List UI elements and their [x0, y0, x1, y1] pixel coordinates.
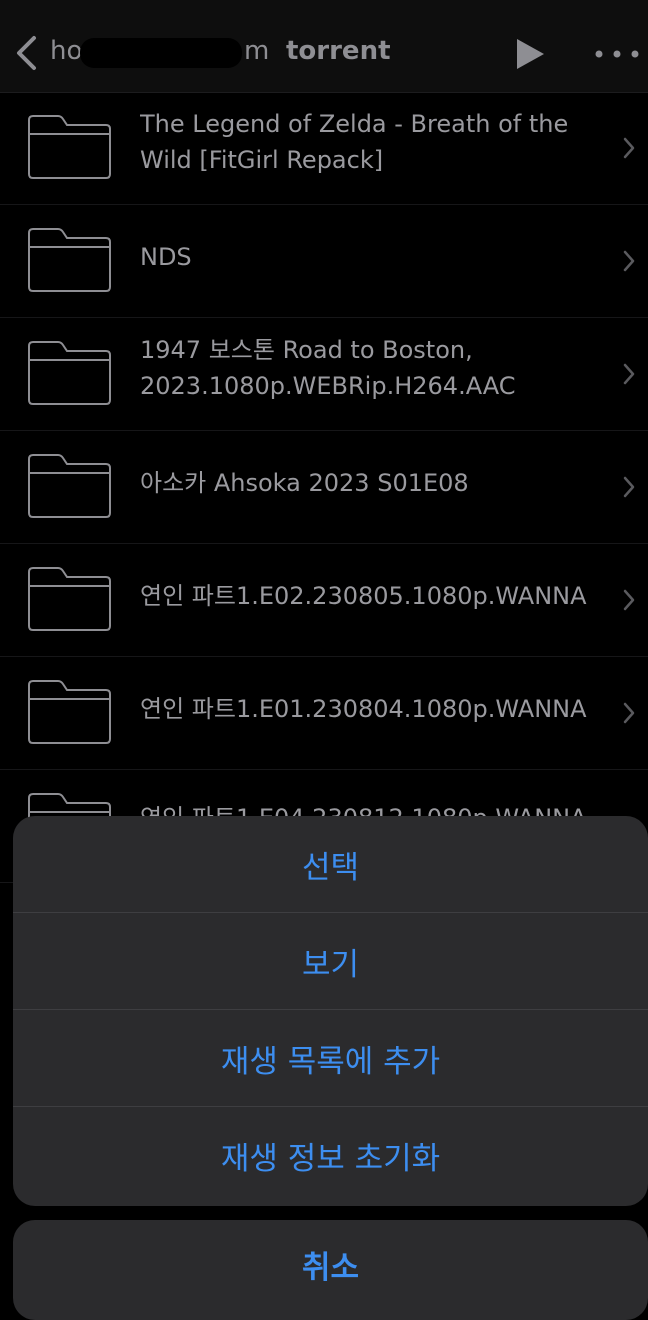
view-button[interactable]: 보기 — [13, 913, 648, 1010]
chevron-right-icon — [623, 363, 635, 385]
chevron-right-icon — [623, 702, 635, 724]
back-button[interactable] — [8, 30, 48, 76]
folder-icon — [28, 454, 111, 518]
ellipsis-icon — [595, 50, 639, 58]
file-list: The Legend of Zelda - Breath of the Wild… — [0, 92, 648, 883]
folder-icon — [28, 567, 111, 631]
more-button[interactable] — [592, 46, 642, 60]
play-icon — [517, 39, 544, 69]
reset-playback-info-button[interactable]: 재생 정보 초기화 — [13, 1107, 648, 1204]
cancel-label: 취소 — [301, 1250, 360, 1286]
file-name: 아소카 Ahsoka 2023 S01E08 — [140, 469, 469, 497]
page-title: torrent — [286, 36, 391, 66]
list-item[interactable]: NDS — [0, 205, 648, 318]
add-to-playlist-button[interactable]: 재생 목록에 추가 — [13, 1010, 648, 1107]
redacted-host — [80, 38, 242, 68]
select-button[interactable]: 선택 — [13, 816, 648, 913]
file-name: 연인 파트1.E02.230805.1080p.WANNA — [140, 582, 587, 610]
folder-icon — [28, 115, 111, 179]
chevron-right-icon — [623, 250, 635, 272]
file-name: NDS — [140, 243, 192, 271]
cancel-button[interactable]: 취소 — [13, 1220, 648, 1320]
action-sheet: 선택 보기 재생 목록에 추가 재생 정보 초기화 — [13, 816, 648, 1206]
file-name: 1947 보스톤 Road to Boston, 2023.1080p.WEBR… — [140, 336, 516, 400]
list-item[interactable]: 연인 파트1.E01.230804.1080p.WANNA — [0, 657, 648, 770]
file-name: The Legend of Zelda - Breath of the Wild… — [140, 110, 569, 174]
navigation-bar: ho. m torrent — [0, 0, 648, 93]
list-item[interactable]: 1947 보스톤 Road to Boston, 2023.1080p.WEBR… — [0, 318, 648, 431]
play-button[interactable] — [513, 36, 547, 72]
chevron-right-icon — [623, 137, 635, 159]
chevron-left-icon — [17, 36, 36, 70]
list-item[interactable]: 연인 파트1.E02.230805.1080p.WANNA — [0, 544, 648, 657]
file-name: 연인 파트1.E01.230804.1080p.WANNA — [140, 695, 587, 723]
folder-icon — [28, 228, 111, 292]
list-item[interactable]: 아소카 Ahsoka 2023 S01E08 — [0, 431, 648, 544]
folder-icon — [28, 341, 111, 405]
chevron-right-icon — [623, 589, 635, 611]
chevron-right-icon — [623, 476, 635, 498]
folder-icon — [28, 680, 111, 744]
host-name-suffix: m — [244, 36, 270, 66]
list-item[interactable]: The Legend of Zelda - Breath of the Wild… — [0, 92, 648, 205]
